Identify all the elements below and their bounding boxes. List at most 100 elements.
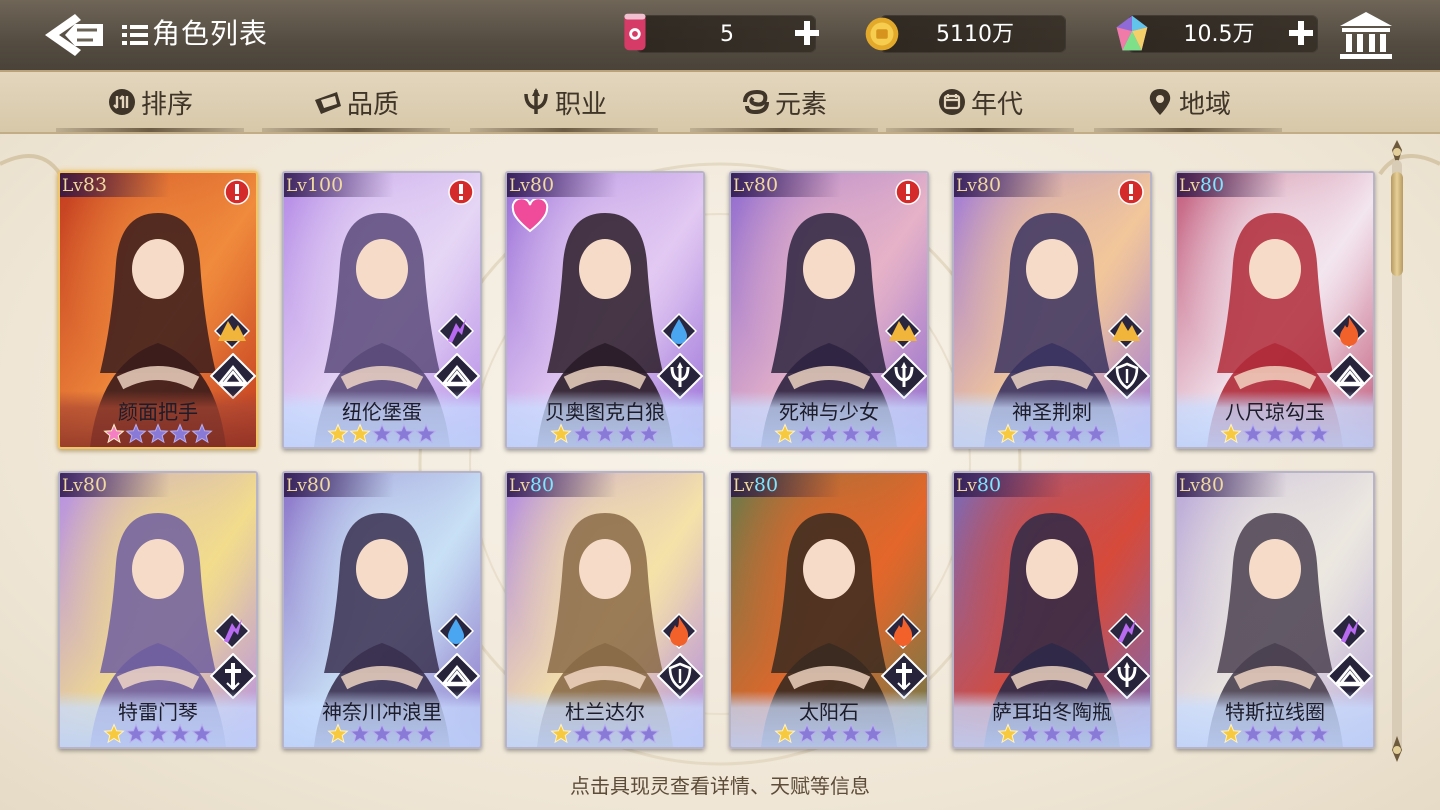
empty-star-icon <box>572 723 594 744</box>
empty-star-icon <box>594 423 616 444</box>
filled-star-icon <box>327 423 349 444</box>
empty-star-icon <box>638 723 660 744</box>
empty-star-icon <box>796 723 818 744</box>
empty-star-icon <box>1264 723 1286 744</box>
empty-star-icon <box>840 423 862 444</box>
empty-star-icon <box>862 423 884 444</box>
character-card[interactable]: Lv80 神圣荆刺 <box>952 171 1152 449</box>
lightning-element-icon <box>1108 613 1144 649</box>
museum-icon <box>1340 12 1392 59</box>
filter-label: 品质 <box>346 89 399 120</box>
filter-tab-element[interactable]: 元素 <box>690 72 878 132</box>
filled-star-icon <box>349 423 371 444</box>
page-title: 角色列表 <box>152 17 269 50</box>
empty-star-icon <box>1242 423 1264 444</box>
character-name: 神圣荆刺 <box>1012 400 1092 424</box>
quality-icon <box>313 87 343 117</box>
character-card[interactable]: Lv80 杜兰达尔 <box>505 471 705 749</box>
filled-star-icon <box>1220 723 1242 744</box>
filter-tab-class[interactable]: 职业 <box>470 72 658 132</box>
star-rating <box>954 423 1150 445</box>
star-rating <box>284 423 480 445</box>
empty-star-icon <box>169 723 191 744</box>
level-badge: Lv80 <box>954 173 1064 197</box>
element-icon <box>741 87 771 117</box>
list-menu-icon <box>122 25 148 45</box>
empty-star-icon <box>1019 723 1041 744</box>
plus-icon <box>1289 21 1313 45</box>
rainbow-gem-icon <box>1116 15 1148 51</box>
filter-label: 职业 <box>554 89 607 120</box>
filter-label: 排序 <box>140 89 193 120</box>
character-name: 特雷门琴 <box>118 700 198 724</box>
character-card[interactable]: Lv80 神奈川冲浪里 <box>282 471 482 749</box>
empty-star-icon <box>147 423 169 444</box>
class-icon <box>521 87 551 117</box>
back-arrow-icon <box>45 14 103 56</box>
empty-star-icon <box>862 723 884 744</box>
empty-star-icon <box>1019 423 1041 444</box>
heart-icon <box>511 199 549 233</box>
lightning-element-icon <box>214 613 250 649</box>
level-value: 80 <box>529 174 555 196</box>
fire-element-icon <box>885 613 921 649</box>
empty-star-icon <box>1085 723 1107 744</box>
level-badge: Lv80 <box>954 473 1064 497</box>
star-rating <box>1177 423 1373 445</box>
character-name: 纽伦堡蛋 <box>342 400 422 424</box>
filled-star-icon <box>550 723 572 744</box>
character-name: 死神与少女 <box>779 400 879 424</box>
level-value: 80 <box>306 474 332 496</box>
character-name: 太阳石 <box>799 700 859 724</box>
character-name: 神奈川冲浪里 <box>322 700 442 724</box>
character-name: 八尺琼勾玉 <box>1225 400 1325 424</box>
character-name: 杜兰达尔 <box>565 700 645 724</box>
back-button[interactable] <box>40 8 112 62</box>
empty-star-icon <box>1308 723 1330 744</box>
filter-tab-quality[interactable]: 品质 <box>262 72 450 132</box>
character-card[interactable]: Lv100 纽伦堡蛋 <box>282 171 482 449</box>
sort-icon <box>107 87 137 117</box>
era-icon <box>937 87 967 117</box>
museum-button[interactable] <box>1334 8 1398 64</box>
empty-star-icon <box>638 423 660 444</box>
filter-label: 地域 <box>1178 89 1231 120</box>
empty-star-icon <box>616 423 638 444</box>
character-card[interactable]: Lv80 特斯拉线圈 <box>1175 471 1375 749</box>
stamina-value: 5 <box>720 22 734 47</box>
filled-star-icon <box>1220 423 1242 444</box>
star-rating <box>507 423 703 445</box>
filter-bar: 排序 品质 职业 元素 年代 地域 <box>0 72 1440 134</box>
filter-tab-era[interactable]: 年代 <box>886 72 1074 132</box>
empty-star-icon <box>191 723 213 744</box>
character-card[interactable]: Lv80 贝奥图克白狼 <box>505 171 705 449</box>
character-card[interactable]: Lv80 八尺琼勾玉 <box>1175 171 1375 449</box>
filled-star-icon <box>550 423 572 444</box>
add-gem-button[interactable] <box>1284 16 1318 50</box>
character-card[interactable]: Lv80 死神与少女 <box>729 171 929 449</box>
plus-icon <box>795 21 819 45</box>
filter-tab-region[interactable]: 地域 <box>1094 72 1282 132</box>
scrollbar-thumb[interactable] <box>1391 172 1403 276</box>
empty-star-icon <box>1041 423 1063 444</box>
star-rating <box>60 723 256 745</box>
water-element-icon <box>438 613 474 649</box>
add-stamina-button[interactable] <box>790 16 824 50</box>
footer-hint: 点击具现灵查看详情、天赋等信息 <box>570 774 870 798</box>
empty-star-icon <box>1264 423 1286 444</box>
star-rating <box>954 723 1150 745</box>
alert-icon <box>224 179 250 205</box>
filter-tab-sort[interactable]: 排序 <box>56 72 244 132</box>
level-badge: Lv80 <box>284 473 394 497</box>
character-card[interactable]: Lv80 特雷门琴 <box>58 471 258 749</box>
level-badge: Lv80 <box>60 473 170 497</box>
star-rating <box>284 723 480 745</box>
character-card[interactable]: Lv80 太阳石 <box>729 471 929 749</box>
character-card[interactable]: Lv80 萨耳珀冬陶瓶 <box>952 471 1152 749</box>
empty-star-icon <box>1286 723 1308 744</box>
character-card[interactable]: Lv83 颜面把手 <box>58 171 258 449</box>
fire-element-icon <box>661 613 697 649</box>
empty-star-icon <box>125 423 147 444</box>
level-badge: Lv100 <box>284 173 394 197</box>
gold-coin-icon <box>865 17 899 51</box>
